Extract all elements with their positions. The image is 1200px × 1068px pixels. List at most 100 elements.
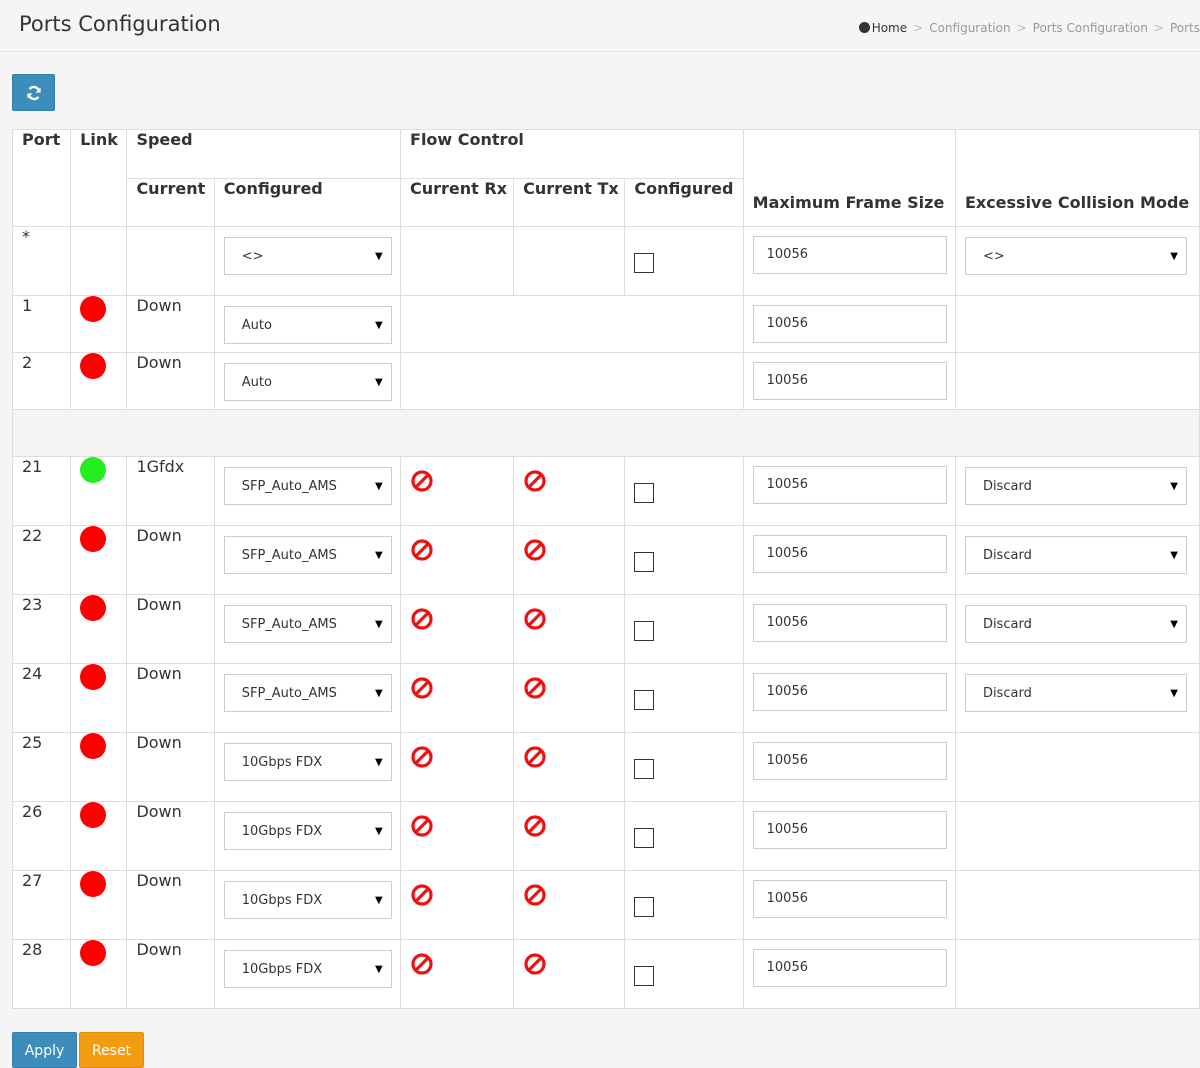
speed-select[interactable]: Auto ▼	[223, 363, 392, 401]
speed-configured-cell: SFP_Auto_AMS ▼	[213, 456, 402, 526]
breadcrumb-item-ports: Ports	[1169, 21, 1200, 35]
dropdown-arrow-icon: ▼	[375, 619, 383, 630]
link-status-indicator	[80, 733, 107, 759]
ecm-cell: Discard ▼	[954, 525, 1200, 595]
link-status-indicator	[80, 871, 107, 897]
speed-select-value: SFP_Auto_AMS	[241, 617, 337, 632]
link-cell	[70, 226, 128, 296]
dropdown-arrow-icon: ▼	[375, 481, 383, 492]
link-status-indicator	[80, 296, 107, 322]
flow-control-checkbox[interactable]	[634, 759, 655, 779]
link-cell	[70, 939, 128, 1009]
flow-current-tx-cell	[513, 939, 626, 1009]
flow-configured-cell	[624, 870, 744, 940]
flow-control-checkbox[interactable]	[634, 690, 655, 710]
speed-select-value: SFP_Auto_AMS	[241, 479, 337, 494]
max-frame-input[interactable]: 10056	[752, 880, 947, 918]
refresh-icon	[27, 85, 41, 101]
dropdown-arrow-icon: ▼	[375, 550, 383, 561]
max-frame-input[interactable]: 10056	[752, 742, 947, 780]
max-frame-input[interactable]: 10056	[752, 466, 947, 504]
refresh-button[interactable]	[12, 74, 55, 111]
link-status-indicator	[80, 664, 107, 690]
speed-select-value: SFP_Auto_AMS	[241, 548, 337, 563]
ecm-cell: Discard ▼	[954, 456, 1200, 526]
prohibited-icon	[523, 952, 624, 980]
flow-configured-cell	[624, 594, 744, 664]
link-status-indicator	[80, 940, 107, 966]
max-frame-input[interactable]: 10056	[752, 535, 947, 573]
max-frame-input[interactable]: 10056	[752, 673, 947, 711]
ecm-select[interactable]: Discard ▼	[964, 605, 1187, 643]
breadcrumb-item-configuration[interactable]: Configuration	[929, 21, 1010, 35]
page-title: Ports Configuration	[19, 12, 221, 36]
flow-control-checkbox[interactable]	[634, 253, 655, 273]
breadcrumb-separator: >	[1016, 21, 1027, 35]
link-cell	[70, 732, 128, 802]
ecm-select[interactable]: Discard ▼	[964, 536, 1187, 574]
max-frame-input[interactable]: 10056	[752, 949, 947, 987]
prohibited-icon	[523, 676, 624, 704]
link-cell	[70, 295, 128, 353]
port-number: 1	[11, 295, 72, 353]
apply-button[interactable]: Apply	[12, 1032, 77, 1068]
max-frame-input[interactable]: 10056	[752, 362, 947, 400]
col-header-flow-control: Flow Control	[400, 129, 744, 179]
flow-control-checkbox[interactable]	[634, 483, 655, 503]
col-header-flow-configured: Configured	[624, 178, 744, 227]
flow-current-rx-cell	[400, 732, 515, 802]
table-gap	[12, 409, 1200, 457]
max-frame-input[interactable]: 10056	[752, 811, 947, 849]
link-cell	[70, 525, 128, 595]
flow-current-rx-cell	[400, 456, 515, 526]
speed-select[interactable]: 10Gbps FDX ▼	[223, 812, 392, 850]
flow-control-checkbox[interactable]	[634, 552, 655, 572]
link-cell	[70, 801, 128, 871]
ecm-cell	[954, 732, 1200, 802]
speed-select-value: 10Gbps FDX	[241, 893, 323, 908]
dropdown-arrow-icon: ▼	[375, 320, 383, 331]
speed-select[interactable]: SFP_Auto_AMS ▼	[223, 674, 392, 712]
table-row: 26 Down 10Gbps FDX ▼ 10056	[11, 801, 1200, 871]
flow-current-rx-cell	[400, 939, 515, 1009]
ecm-select[interactable]: <> ▼	[964, 237, 1187, 275]
max-frame-input[interactable]: 10056	[752, 305, 947, 343]
table-row-all-ports: * <> ▼ 10056 <> ▼	[11, 226, 1200, 296]
prohibited-icon	[523, 745, 624, 773]
prohibited-icon	[410, 952, 513, 980]
breadcrumb-home[interactable]: Home	[872, 21, 907, 35]
speed-select[interactable]: <> ▼	[223, 237, 392, 275]
speed-select[interactable]: SFP_Auto_AMS ▼	[223, 467, 392, 505]
flow-current-tx-cell	[513, 870, 626, 940]
flow-control-cell	[400, 295, 744, 353]
speed-select[interactable]: SFP_Auto_AMS ▼	[223, 605, 392, 643]
max-frame-input[interactable]: 10056	[752, 604, 947, 642]
speed-current: Down	[126, 732, 215, 802]
max-frame-cell: 10056	[742, 226, 956, 296]
flow-control-checkbox[interactable]	[634, 621, 655, 641]
max-frame-input[interactable]: 10056	[752, 236, 947, 274]
speed-select[interactable]: SFP_Auto_AMS ▼	[223, 536, 392, 574]
ecm-select[interactable]: Discard ▼	[964, 467, 1187, 505]
col-header-excessive-collision-mode: Excessive Collision Mode	[954, 129, 1200, 227]
flow-control-checkbox[interactable]	[634, 966, 655, 986]
speed-select[interactable]: 10Gbps FDX ▼	[223, 881, 392, 919]
link-cell	[70, 352, 128, 410]
form-actions: Apply Reset	[12, 1032, 144, 1068]
col-header-link: Link	[70, 129, 128, 227]
table-row: 2 Down Auto ▼ 10056	[11, 352, 1200, 410]
col-header-current-rx: Current Rx	[400, 178, 515, 227]
speed-select[interactable]: Auto ▼	[223, 306, 392, 344]
reset-button[interactable]: Reset	[79, 1032, 144, 1068]
ecm-select[interactable]: Discard ▼	[964, 674, 1187, 712]
flow-control-checkbox[interactable]	[634, 897, 655, 917]
breadcrumb: Home > Configuration > Ports Configuration > P…	[858, 21, 1200, 35]
breadcrumb-item-ports-configuration[interactable]: Ports Configuration	[1033, 21, 1148, 35]
prohibited-icon	[523, 469, 624, 497]
port-number: 23	[11, 594, 72, 664]
ecm-select-value: Discard	[982, 479, 1032, 494]
speed-select[interactable]: 10Gbps FDX ▼	[223, 743, 392, 781]
flow-control-checkbox[interactable]	[634, 828, 655, 848]
speed-current: Down	[126, 525, 215, 595]
speed-select[interactable]: 10Gbps FDX ▼	[223, 950, 392, 988]
